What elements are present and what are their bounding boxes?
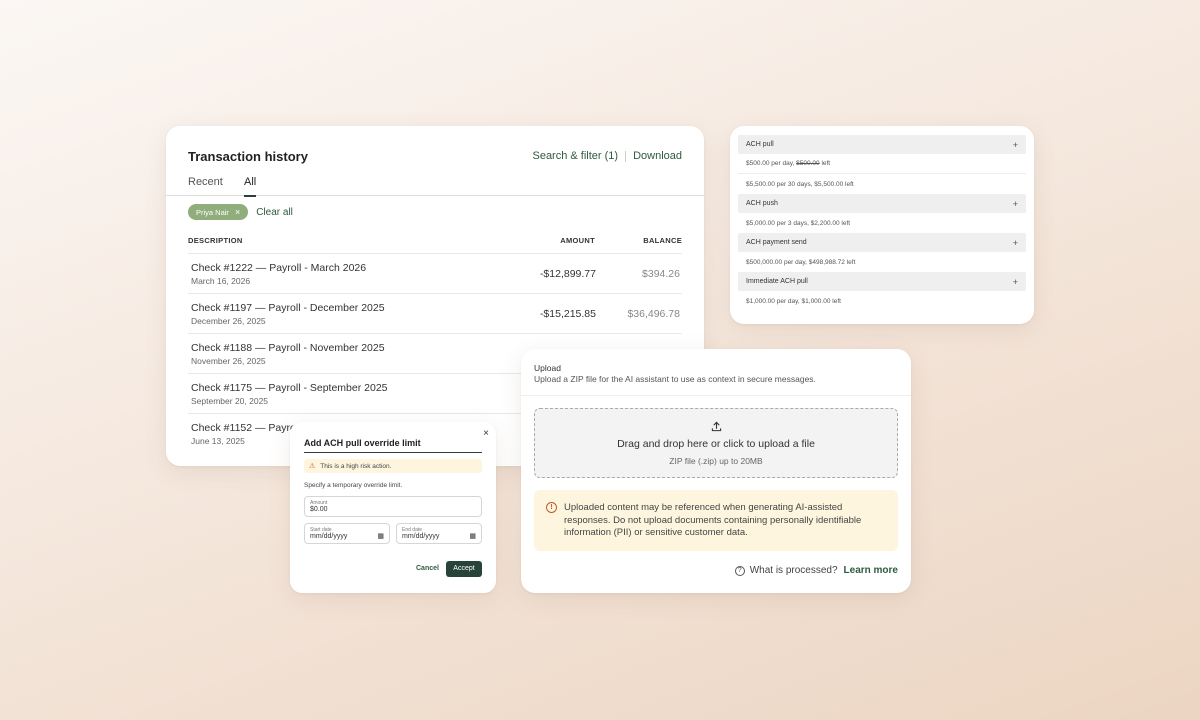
limit-line-struck: $500.00 [796,160,820,167]
row-date: December 26, 2025 [191,316,266,326]
warning-info-icon: ! [546,502,557,513]
question-icon: ? [734,565,745,576]
transaction-tabs: Recent All [166,176,704,197]
transfer-limits-card: ACH pull + $500.00 per day, $500.00 left… [730,126,1034,324]
row-description: Check #1197 — Payroll - December 2025 [191,302,385,314]
search-filter-link[interactable]: Search & filter (1) [532,150,618,162]
table-row[interactable]: Check #1222 — Payroll - March 2026 March… [188,253,682,293]
limit-section-ach-pull[interactable]: ACH pull + [738,135,1026,154]
calendar-icon[interactable]: ▦ [469,532,476,540]
limit-section-ach-payment-send[interactable]: ACH payment send + [738,233,1026,252]
calendar-icon[interactable]: ▦ [377,532,384,540]
actions-divider [625,150,627,162]
row-amount: -$15,215.85 [539,308,596,320]
row-date: November 26, 2025 [191,356,266,366]
row-description: Check #1175 — Payroll - September 2025 [191,382,388,394]
close-icon[interactable]: × [483,428,489,439]
start-date-placeholder: mm/dd/yyyy [310,533,348,540]
limit-section-immediate-ach-pull[interactable]: Immediate ACH pull + [738,272,1026,291]
warning-triangle-icon: ⚠ [309,463,316,470]
dropzone-label: Drag and drop here or click to upload a … [617,438,815,450]
filter-chip-label: Priya Nair [196,207,229,217]
limit-line: $1,000.00 per day, $1,000.00 left [746,297,841,305]
transaction-actions: Search & filter (1) Download [532,150,682,162]
upload-card: Upload Upload a ZIP file for the AI assi… [521,349,911,593]
limit-line: $500.00 per day, $500.00 left [738,154,1026,174]
tab-recent[interactable]: Recent [188,176,223,196]
transaction-history-title: Transaction history [188,148,308,164]
row-description: Check #1152 — Payroll [191,422,301,434]
end-date-placeholder: mm/dd/yyyy [402,533,440,540]
accept-button[interactable]: Accept [446,561,482,577]
transaction-table-header: DESCRIPTION AMOUNT BALANCE [188,236,682,250]
row-balance: $36,496.78 [627,308,680,320]
override-limit-modal: × Add ACH pull override limit ⚠ This is … [290,422,496,593]
cancel-button[interactable]: Cancel [416,565,439,572]
upload-subtitle: Upload a ZIP file for the AI assistant t… [534,374,816,384]
modal-title: Add ACH pull override limit [304,438,482,453]
row-description: Check #1222 — Payroll - March 2026 [191,262,367,274]
column-description: DESCRIPTION [188,236,243,245]
row-amount: -$12,899.77 [539,268,596,280]
limit-title: ACH pull [746,141,774,148]
limit-title: ACH push [746,200,778,207]
expand-plus-icon[interactable]: + [1013,238,1018,248]
pii-warning-banner: ! Uploaded content may be referenced whe… [534,490,898,551]
limit-line-suffix: left [821,160,831,167]
limits-list: ACH pull + $500.00 per day, $500.00 left… [738,135,1026,311]
learn-more-link[interactable]: Learn more [844,565,898,576]
amount-value: $0.00 [310,506,328,513]
start-date-field[interactable]: Start date mm/dd/yyyy ▦ [304,523,390,544]
what-is-processed-label: What is processed? [749,565,838,576]
modal-instruction: Specify a temporary override limit. [304,482,403,489]
upload-footer: ? What is processed? Learn more [734,565,898,576]
transaction-history-header: Transaction history Search & filter (1) … [188,146,682,166]
row-date: September 20, 2025 [191,396,269,406]
tab-all[interactable]: All [244,176,257,197]
limit-line-prefix: $500.00 per day, [746,160,795,167]
upload-icon [535,421,897,435]
end-date-field[interactable]: End date mm/dd/yyyy ▦ [396,523,482,544]
table-row[interactable]: Check #1197 — Payroll - December 2025 De… [188,293,682,333]
file-dropzone[interactable]: Drag and drop here or click to upload a … [534,408,898,478]
limit-line: $5,500.00 per 30 days, $5,500.00 left [746,180,854,188]
warning-text: Uploaded content may be referenced when … [564,502,862,538]
expand-plus-icon[interactable]: + [1013,140,1018,150]
upload-divider [521,395,911,396]
expand-plus-icon[interactable]: + [1013,277,1018,287]
column-balance: BALANCE [643,236,682,245]
download-link[interactable]: Download [633,150,682,162]
row-date: March 16, 2026 [191,276,251,286]
upload-title: Upload [534,363,561,373]
limit-section-ach-push[interactable]: ACH push + [738,194,1026,213]
active-filters: Priya Nair × Clear all [188,204,293,220]
clear-all-link[interactable]: Clear all [256,207,293,218]
chip-remove-icon[interactable]: × [235,207,240,217]
high-risk-alert: ⚠ This is a high risk action. [304,459,482,473]
limit-title: Immediate ACH pull [746,278,808,285]
limit-line: $500,000.00 per day, $498,988.72 left [746,258,856,266]
filter-chip[interactable]: Priya Nair × [188,204,249,220]
limit-line: $5,000.00 per 3 days, $2,200.00 left [746,219,851,227]
alert-text: This is a high risk action. [320,462,392,470]
amount-field[interactable]: Amount $0.00 [304,496,482,517]
column-amount: AMOUNT [560,236,595,245]
expand-plus-icon[interactable]: + [1013,199,1018,209]
row-description: Check #1188 — Payroll - November 2025 [191,342,385,354]
limit-title: ACH payment send [746,239,807,246]
dropzone-hint: ZIP file (.zip) up to 20MB [669,456,763,466]
row-date: June 13, 2025 [191,436,245,446]
row-balance: $394.26 [642,268,680,280]
